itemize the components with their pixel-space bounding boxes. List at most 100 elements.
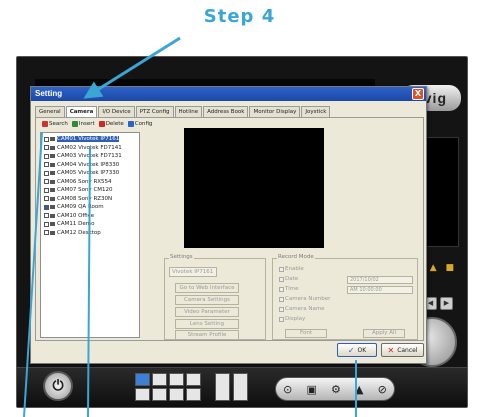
camera-toolbar: Search Insert Delete Config xyxy=(42,121,152,127)
apply-all-button[interactable]: Apply All xyxy=(363,329,405,338)
camera-icon xyxy=(50,230,55,235)
settings-icon[interactable]: ⚙ xyxy=(331,383,341,396)
step-heading: Step 4 xyxy=(203,6,276,27)
device-checkbox[interactable] xyxy=(44,213,49,219)
layout-5x5-button[interactable] xyxy=(186,388,201,401)
ok-button[interactable]: ✓ OK xyxy=(337,343,377,357)
ptz-right-button[interactable]: ▶ xyxy=(440,297,453,310)
insert-label: Insert xyxy=(78,121,95,127)
camera-number-checkbox[interactable] xyxy=(279,296,284,302)
camera-icon xyxy=(50,137,55,142)
camera-icon xyxy=(50,196,55,201)
settings-group-title: Settings xyxy=(169,254,194,260)
device-checkbox[interactable] xyxy=(44,221,49,227)
list-item[interactable]: CAM11 Demo xyxy=(41,220,139,229)
config-icon xyxy=(127,121,134,127)
option-label: Time xyxy=(285,286,299,292)
list-item[interactable]: CAM09 QA Room xyxy=(41,203,139,212)
option-label: Display xyxy=(285,316,306,322)
list-item[interactable]: CAM02 Vivotek FD7141 xyxy=(41,144,139,153)
power-icon[interactable]: ⏻ xyxy=(43,371,73,401)
device-label: CAM04 Vivotek IP8330 xyxy=(57,161,120,168)
layout-1p5-button[interactable] xyxy=(135,388,150,401)
layout-3x3-button[interactable] xyxy=(169,373,184,386)
layout-1p7-button[interactable] xyxy=(152,388,167,401)
list-item[interactable]: CAM07 Sony CM120 xyxy=(41,186,139,195)
device-checkbox[interactable] xyxy=(44,187,49,193)
camera-icon xyxy=(50,145,55,150)
date-option[interactable]: Date xyxy=(279,276,298,282)
layout-custom-button[interactable] xyxy=(215,373,230,401)
search-button[interactable]: Search xyxy=(42,121,68,127)
camera-number-option[interactable]: Camera Number xyxy=(279,296,330,302)
device-label: CAM07 Sony CM120 xyxy=(57,187,113,194)
ok-label: OK xyxy=(357,346,367,354)
date-format-select[interactable]: 2017/10/02 xyxy=(347,276,413,284)
time-checkbox[interactable] xyxy=(279,286,284,292)
tab-address-book[interactable]: Address Book xyxy=(203,106,249,117)
config-button[interactable]: Config xyxy=(127,121,152,127)
device-checkbox[interactable] xyxy=(44,204,49,210)
tab-joystick[interactable]: Joystick xyxy=(301,106,331,117)
cancel-button[interactable]: ✕ Cancel xyxy=(381,343,424,357)
camera-settings-button[interactable]: Camera Settings xyxy=(175,295,239,305)
camera-name-option[interactable]: Camera Name xyxy=(279,306,325,312)
record-icon[interactable]: ⊙ xyxy=(283,383,292,396)
tab-camera[interactable]: Camera xyxy=(65,106,98,117)
font-button[interactable]: Font xyxy=(285,329,327,338)
layout-2x2-button[interactable] xyxy=(152,373,167,386)
delete-button[interactable]: Delete xyxy=(98,121,124,127)
tab-hotline[interactable]: Hotline xyxy=(174,106,203,117)
camera-model-field[interactable]: Vivotek IP7161 xyxy=(169,267,217,277)
display-checkbox[interactable] xyxy=(279,316,284,322)
display-option[interactable]: Display xyxy=(279,316,305,322)
device-checkbox[interactable] xyxy=(44,170,49,176)
tab-monitor-display[interactable]: Monitor Display xyxy=(249,106,301,117)
list-item[interactable]: CAM01 Vivotek IP7161 xyxy=(41,135,139,144)
lens-setting-button[interactable]: Lens Setting xyxy=(175,319,239,329)
device-checkbox[interactable] xyxy=(44,230,49,236)
close-icon[interactable]: X xyxy=(412,88,424,100)
video-parameter-button[interactable]: Video Parameter xyxy=(175,307,239,317)
tab-io-device[interactable]: I/O Device xyxy=(98,106,135,117)
insert-button[interactable]: Insert xyxy=(71,121,95,127)
list-item[interactable]: CAM04 Vivotek IP8330 xyxy=(41,161,139,170)
time-option[interactable]: Time xyxy=(279,286,298,292)
camera-icon xyxy=(50,171,55,176)
web-interface-button[interactable]: Go to Web Interface xyxy=(175,283,239,293)
tab-general[interactable]: General xyxy=(35,106,65,117)
device-checkbox[interactable] xyxy=(44,145,49,151)
dialog-title: Setting xyxy=(31,87,426,101)
enable-checkbox[interactable] xyxy=(279,266,284,272)
stream-profile-button[interactable]: Stream Profile xyxy=(175,330,239,340)
device-checkbox[interactable] xyxy=(44,179,49,185)
layout-4x4-button[interactable] xyxy=(186,373,201,386)
list-item[interactable]: CAM06 Sony RX554 xyxy=(41,178,139,187)
list-item[interactable]: CAM08 Sony RZ30N xyxy=(41,195,139,204)
layout-1p12-button[interactable] xyxy=(169,388,184,401)
date-checkbox[interactable] xyxy=(279,276,284,282)
playback-icon[interactable]: ▣ xyxy=(306,383,316,396)
list-item[interactable]: CAM05 Vivotek IP7330 xyxy=(41,169,139,178)
list-item[interactable]: CAM12 Desktop xyxy=(41,229,139,238)
device-checkbox[interactable] xyxy=(44,196,49,202)
camera-name-checkbox[interactable] xyxy=(279,306,284,312)
enable-option[interactable]: Enable xyxy=(279,266,304,272)
camera-icon xyxy=(50,154,55,159)
camera-icon xyxy=(50,213,55,218)
list-item[interactable]: CAM03 Vivotek FD7131 xyxy=(41,152,139,161)
layout-1x1-button[interactable] xyxy=(135,373,150,386)
device-checkbox[interactable] xyxy=(44,162,49,168)
alert-icon[interactable]: ▲ xyxy=(355,383,363,396)
device-label: CAM03 Vivotek FD7131 xyxy=(57,153,122,160)
network-icon[interactable]: ⊘ xyxy=(378,383,387,396)
list-item[interactable]: CAM10 Office xyxy=(41,212,139,221)
device-label: CAM11 Demo xyxy=(57,221,95,228)
delete-icon xyxy=(98,121,105,127)
device-checkbox[interactable] xyxy=(44,153,49,159)
device-checkbox[interactable] xyxy=(44,136,49,142)
layout-sequence-button[interactable] xyxy=(233,373,248,401)
time-format-select[interactable]: AM 10:00:00 xyxy=(347,286,413,294)
device-label: CAM12 Desktop xyxy=(57,229,101,236)
tab-ptz-config[interactable]: PTZ Config xyxy=(135,106,174,117)
